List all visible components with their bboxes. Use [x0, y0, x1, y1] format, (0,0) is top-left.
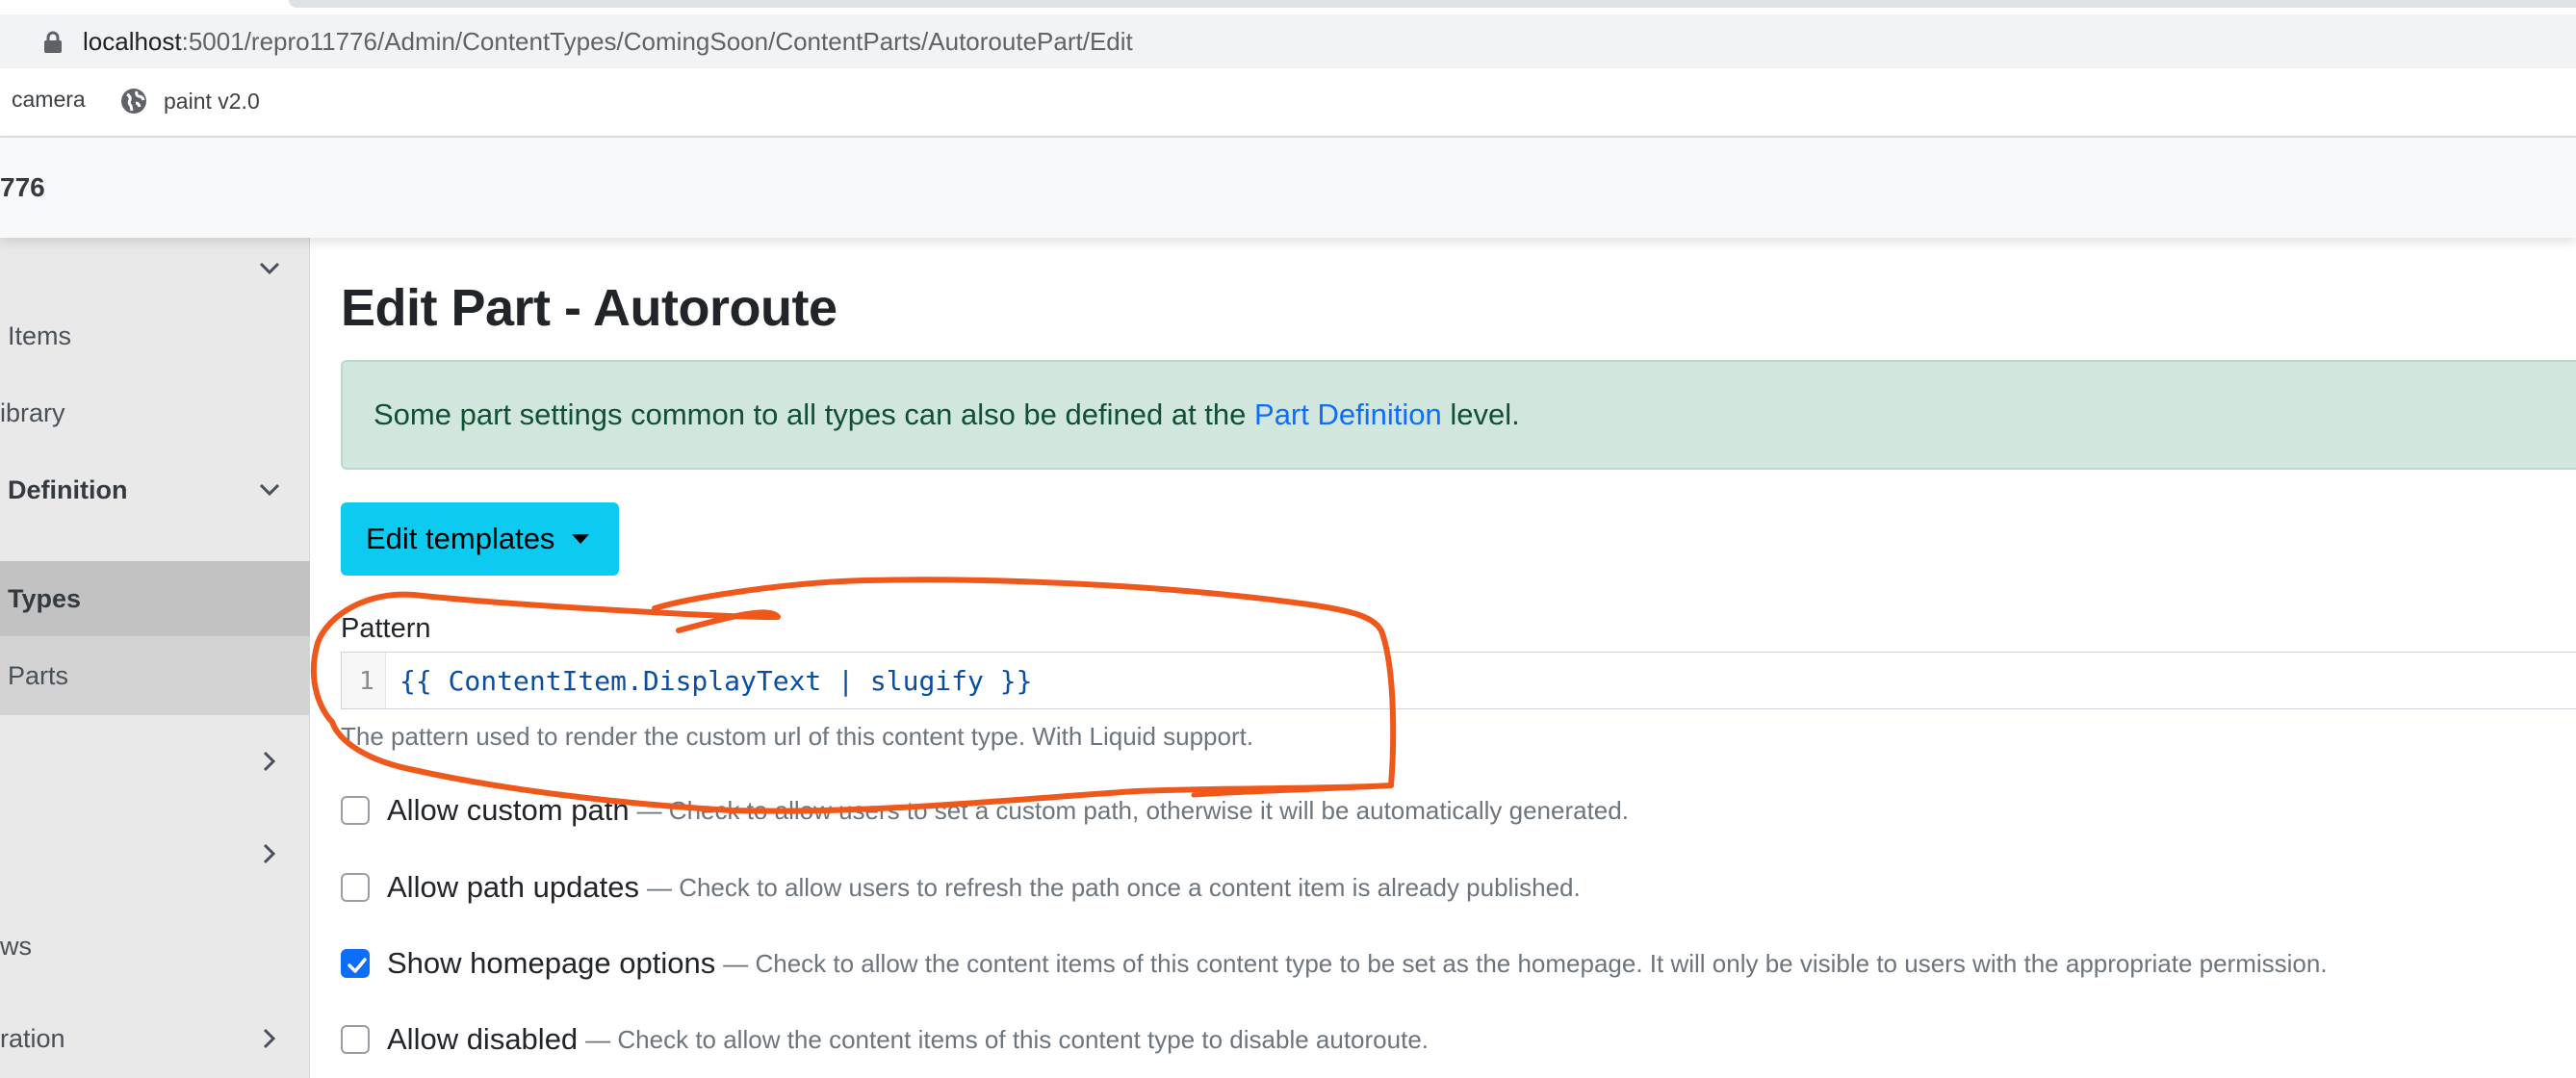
sidebar-item-content-types[interactable]: Types: [0, 561, 310, 636]
sidebar-item-content-definition[interactable]: Definition: [0, 451, 310, 528]
chevron-down-icon: [259, 483, 280, 497]
show-homepage-options-checkbox[interactable]: [341, 949, 370, 978]
option-description: — Check to allow the content items of th…: [585, 1024, 1429, 1054]
tab-strip: [289, 0, 2576, 8]
option-allow-path-updates: Allow path updates — Check to allow user…: [341, 870, 1581, 905]
option-label[interactable]: Allow disabled: [387, 1022, 578, 1057]
sidebar-item-content-parts[interactable]: Parts: [0, 636, 310, 715]
globe-icon: [121, 89, 146, 114]
allow-custom-path-checkbox[interactable]: [341, 796, 370, 825]
admin-sidebar: Items ibrary Definition Types Parts ws r…: [0, 238, 310, 1078]
sidebar-item-label: Parts: [8, 660, 69, 690]
checkmark-icon: [348, 958, 367, 973]
sidebar-item-label: ws: [0, 931, 32, 961]
sidebar-item-content-items[interactable]: Items: [0, 297, 310, 374]
line-gutter: 1: [342, 653, 386, 708]
chevron-right-icon: [263, 1028, 276, 1049]
option-label[interactable]: Show homepage options: [387, 946, 715, 981]
chevron-down-icon: [259, 262, 280, 275]
sidebar-item-collapsed-2[interactable]: [0, 808, 310, 900]
chevron-right-icon: [263, 751, 276, 772]
url-text[interactable]: localhost:5001/repro11776/Admin/ContentT…: [83, 27, 1133, 57]
sidebar-item-label: ibrary: [0, 398, 65, 427]
url-host: localhost: [83, 27, 182, 56]
site-brand[interactable]: 776: [0, 172, 45, 203]
option-description: — Check to allow users to set a custom p…: [636, 795, 1629, 825]
sidebar-item-content[interactable]: [0, 238, 310, 297]
edit-templates-button[interactable]: Edit templates: [341, 502, 619, 576]
pattern-code[interactable]: {{ ContentItem.DisplayText | slugify }}: [399, 665, 1032, 697]
option-label[interactable]: Allow custom path: [387, 793, 630, 828]
option-description: — Check to allow users to refresh the pa…: [646, 872, 1581, 902]
browser-chrome: localhost:5001/repro11776/Admin/ContentT…: [0, 0, 2576, 138]
bookmark-paint[interactable]: paint v2.0: [119, 87, 260, 116]
pattern-editor[interactable]: 1 {{ ContentItem.DisplayText | slugify }…: [341, 652, 2576, 709]
bookmarks-bar: camera paint v2.0: [0, 81, 2576, 123]
line-number: 1: [359, 667, 374, 696]
sidebar-item-label: Definition: [8, 475, 128, 504]
allow-path-updates-checkbox[interactable]: [341, 873, 370, 902]
sidebar-item-label: Types: [8, 583, 82, 613]
sidebar-item-configuration[interactable]: ration: [0, 992, 310, 1078]
bookmark-label: paint v2.0: [164, 88, 260, 114]
app-navbar: 776: [0, 138, 2576, 238]
option-show-homepage-options: Show homepage options — Check to allow t…: [341, 946, 2328, 981]
sidebar-item-label: Items: [8, 321, 72, 350]
option-allow-disabled: Allow disabled — Check to allow the cont…: [341, 1022, 1429, 1057]
pattern-help-text: The pattern used to render the custom ur…: [341, 722, 1254, 751]
sidebar-item-collapsed-1[interactable]: [0, 715, 310, 808]
address-bar[interactable]: localhost:5001/repro11776/Admin/ContentT…: [0, 14, 2576, 68]
url-path: :5001/repro11776/Admin/ContentTypes/Comi…: [181, 27, 1133, 56]
info-alert: Some part settings common to all types c…: [341, 360, 2576, 470]
pattern-label: Pattern: [341, 613, 431, 644]
alert-text-before: Some part settings common to all types c…: [374, 398, 1255, 431]
option-label[interactable]: Allow path updates: [387, 870, 639, 905]
chevron-right-icon: [263, 843, 276, 864]
part-definition-link[interactable]: Part Definition: [1254, 398, 1442, 431]
edit-templates-label: Edit templates: [366, 522, 555, 555]
main-content: Edit Part - Autoroute Some part settings…: [341, 238, 2576, 1078]
bookmark-label: camera: [12, 87, 86, 112]
page-title: Edit Part - Autoroute: [341, 279, 837, 337]
alert-text-after: level.: [1441, 398, 1520, 431]
sidebar-item-media-library[interactable]: ibrary: [0, 374, 310, 451]
option-allow-custom-path: Allow custom path — Check to allow users…: [341, 793, 1629, 828]
lock-icon: [44, 31, 62, 53]
caret-down-icon: [572, 534, 590, 544]
option-description: — Check to allow the content items of th…: [723, 948, 2328, 978]
sidebar-item-workflows[interactable]: ws: [0, 900, 310, 992]
bookmark-camera[interactable]: camera: [12, 87, 86, 113]
alert-text: Some part settings common to all types c…: [374, 398, 1520, 432]
allow-disabled-checkbox[interactable]: [341, 1025, 370, 1054]
sidebar-item-label: ration: [0, 1023, 65, 1053]
